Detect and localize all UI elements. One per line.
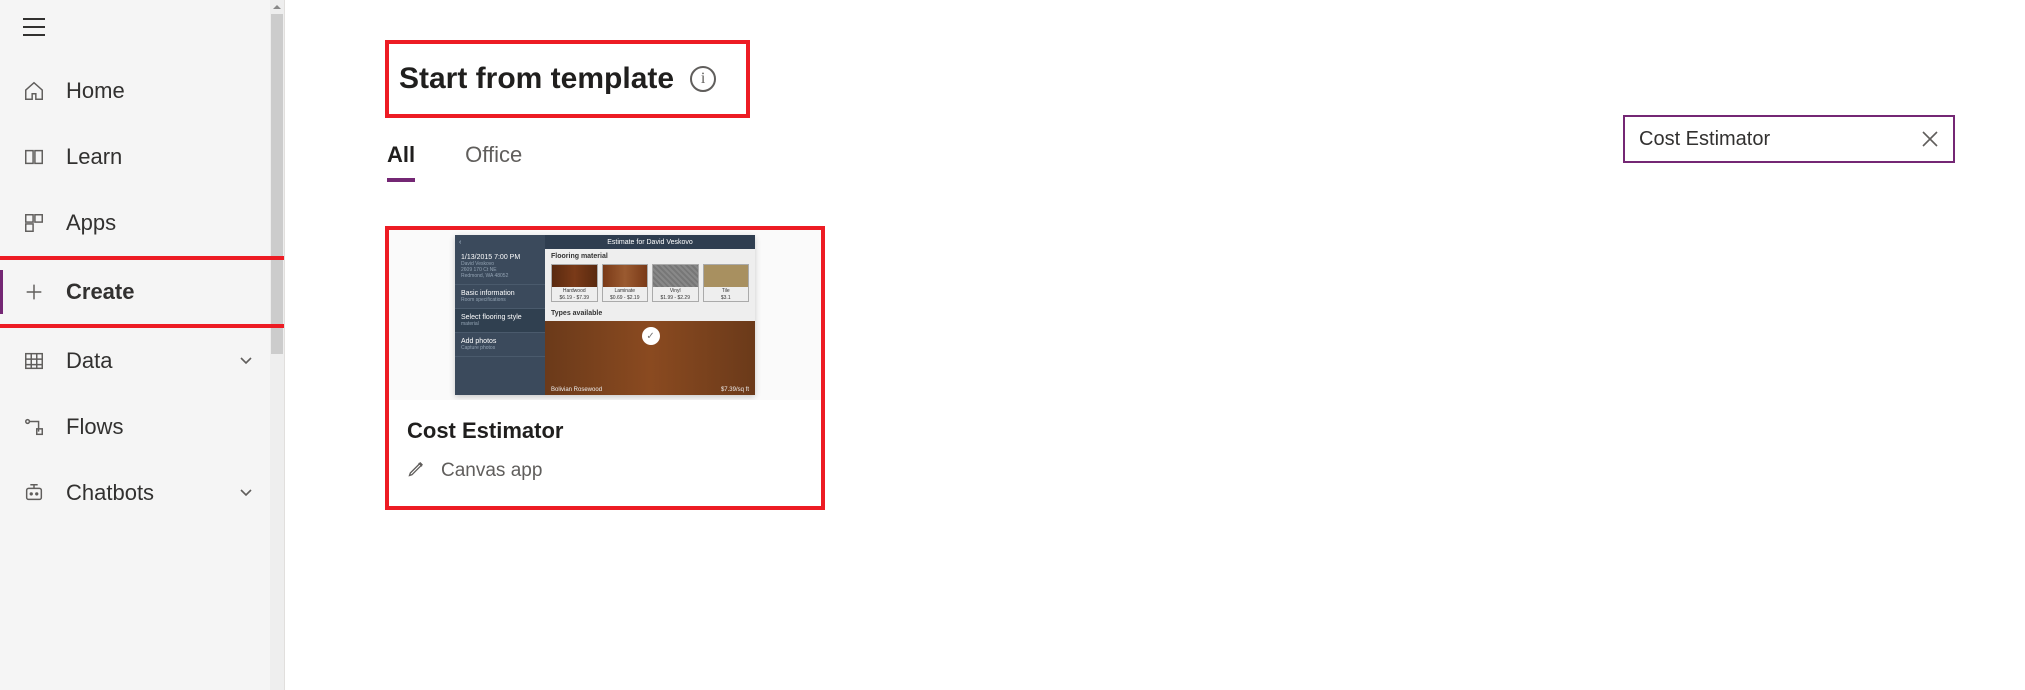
swatch-price: $0.69 - $2.19 bbox=[603, 295, 648, 301]
back-chevron-icon: ‹ bbox=[455, 235, 465, 249]
sidebar-item-chatbots[interactable]: Chatbots bbox=[0, 460, 284, 526]
thumb-sec-basic: Basic information bbox=[461, 290, 539, 297]
template-thumbnail: ‹ 1/13/2015 7:00 PM David Veskovo 2609 1… bbox=[389, 230, 821, 400]
plus-icon bbox=[22, 280, 46, 304]
sidebar-item-label: Flows bbox=[66, 414, 123, 440]
sidebar-item-label: Home bbox=[66, 78, 125, 104]
sidebar-item-create[interactable]: Create bbox=[0, 256, 284, 328]
thumb-sec-photos: Add photos bbox=[461, 338, 539, 345]
template-search[interactable] bbox=[1623, 115, 1955, 163]
thumb-selected-price: $7.39/sq ft bbox=[721, 387, 749, 393]
sidebar: Home Learn Apps Create Data Flows bbox=[0, 0, 285, 690]
swatch-price: $6.19 - $7.39 bbox=[552, 295, 597, 301]
main-content: Start from template i All Office ‹ 1/13/… bbox=[285, 0, 2025, 690]
scroll-up-icon[interactable] bbox=[270, 0, 284, 14]
sidebar-item-home[interactable]: Home bbox=[0, 58, 284, 124]
flows-icon bbox=[22, 415, 46, 439]
hamburger-icon bbox=[22, 17, 46, 42]
sidebar-item-data[interactable]: Data bbox=[0, 328, 284, 394]
data-icon bbox=[22, 349, 46, 373]
sidebar-item-label: Chatbots bbox=[66, 480, 154, 506]
chatbot-icon bbox=[22, 481, 46, 505]
sidebar-item-label: Learn bbox=[66, 144, 122, 170]
tab-office[interactable]: Office bbox=[465, 142, 522, 182]
swatch-name: Vinyl bbox=[653, 287, 698, 295]
chevron-down-icon bbox=[238, 348, 254, 374]
sidebar-item-label: Data bbox=[66, 348, 112, 374]
thumb-types-label: Types available bbox=[545, 306, 755, 321]
template-card-title: Cost Estimator bbox=[407, 418, 803, 444]
thumb-flooring-label: Flooring material bbox=[545, 249, 755, 264]
sidebar-item-label: Create bbox=[66, 279, 134, 305]
sidebar-item-learn[interactable]: Learn bbox=[0, 124, 284, 190]
search-input[interactable] bbox=[1639, 128, 1919, 151]
check-icon: ✓ bbox=[642, 327, 660, 345]
clear-search-button[interactable] bbox=[1919, 128, 1941, 150]
swatch-name: Hardwood bbox=[552, 287, 597, 295]
info-icon[interactable]: i bbox=[690, 66, 716, 92]
swatch-price: $1.99 - $2.29 bbox=[653, 295, 698, 301]
hamburger-menu-button[interactable] bbox=[0, 0, 284, 58]
apps-icon bbox=[22, 211, 46, 235]
template-card-subtitle: Canvas app bbox=[441, 460, 542, 482]
page-heading-group: Start from template i bbox=[385, 40, 750, 118]
template-card-cost-estimator[interactable]: ‹ 1/13/2015 7:00 PM David Veskovo 2609 1… bbox=[385, 226, 825, 510]
thumb-header: Estimate for David Veskovo bbox=[545, 235, 755, 249]
swatch-price: $3.1 bbox=[704, 295, 749, 301]
thumbnail-mock: ‹ 1/13/2015 7:00 PM David Veskovo 2609 1… bbox=[455, 235, 755, 395]
thumb-sec-photos-sub: Capture photos bbox=[461, 345, 539, 351]
close-icon bbox=[1919, 128, 1941, 150]
thumb-selected-name: Bolivian Rosewood bbox=[551, 387, 602, 393]
tab-all[interactable]: All bbox=[387, 142, 415, 182]
sidebar-item-apps[interactable]: Apps bbox=[0, 190, 284, 256]
book-icon bbox=[22, 145, 46, 169]
thumb-sec-style-sub: material bbox=[461, 321, 539, 327]
sidebar-item-label: Apps bbox=[66, 210, 116, 236]
thumb-meta-date: 1/13/2015 7:00 PM bbox=[461, 254, 539, 261]
thumb-sec-basic-sub: Room specifications bbox=[461, 297, 539, 303]
swatch-name: Tile bbox=[704, 287, 749, 295]
thumb-meta-addr2: Redmond, WA 48052 bbox=[461, 273, 539, 279]
home-icon bbox=[22, 79, 46, 103]
sidebar-item-flows[interactable]: Flows bbox=[0, 394, 284, 460]
page-title: Start from template bbox=[399, 62, 674, 96]
chevron-down-icon bbox=[238, 480, 254, 506]
swatch-name: Laminate bbox=[603, 287, 648, 295]
thumb-sec-style: Select flooring style bbox=[461, 314, 539, 321]
pencil-icon bbox=[407, 458, 427, 484]
